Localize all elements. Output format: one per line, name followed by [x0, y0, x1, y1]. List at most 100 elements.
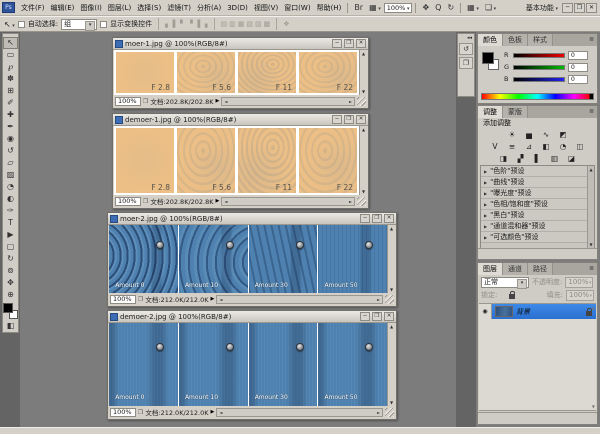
marquee-tool[interactable]: ▭	[3, 49, 18, 61]
rotate-view-icon[interactable]: ↻	[444, 3, 457, 12]
zoom-percent-field[interactable]: 100%	[110, 408, 136, 417]
hand-icon[interactable]: ✥	[419, 3, 432, 12]
minimize-button[interactable]: ─	[562, 3, 573, 13]
view-extras-icon[interactable]: ▦	[366, 3, 384, 12]
preset-item[interactable]: "曝光度"预设	[481, 188, 594, 199]
minimize-button[interactable]: ─	[332, 39, 342, 48]
channel-value-field[interactable]: 0	[568, 63, 588, 72]
horizontal-scrollbar[interactable]	[216, 408, 383, 417]
scroll-up-icon[interactable]	[388, 225, 395, 232]
panel-menu-icon[interactable]: ≣	[589, 263, 597, 275]
resize-grip[interactable]	[357, 197, 366, 206]
distribute-icon[interactable]: ▥	[229, 20, 236, 28]
curves-icon[interactable]: ∿	[540, 130, 553, 140]
close-button[interactable]: ✕	[356, 39, 366, 48]
auto-align-layers-icon[interactable]: ❖	[283, 20, 289, 28]
sample-image[interactable]: Amount 10	[179, 323, 248, 406]
status-popup-icon[interactable]: ▶	[216, 98, 220, 104]
channel-value-field[interactable]: 0	[568, 51, 588, 60]
maximize-button[interactable]: ❐	[344, 39, 354, 48]
horizontal-scrollbar[interactable]	[221, 197, 355, 206]
actions-panel-icon[interactable]: ❐	[459, 57, 473, 69]
lasso-tool[interactable]: ℘	[3, 61, 18, 73]
canvas-area[interactable]: Amount 0 Amount 10 Amount 30 Amount 50	[109, 225, 395, 293]
preset-item[interactable]: "黑白"预设	[481, 210, 594, 221]
scroll-down-icon[interactable]	[360, 188, 367, 195]
channel-mixer-icon[interactable]: ◫	[574, 142, 587, 152]
panel-tab[interactable]: 样式	[528, 34, 553, 46]
zoom-tool[interactable]: ⊕	[3, 289, 18, 301]
panel-tab[interactable]: 色板	[503, 34, 528, 46]
minimize-button[interactable]: ─	[360, 214, 370, 223]
sample-image[interactable]: F 5.6	[177, 128, 235, 193]
collapse-dock-icon[interactable]: ◂◂	[458, 34, 474, 41]
panel-tab[interactable]: 蒙版	[503, 106, 528, 118]
zoom-icon[interactable]: Q	[432, 3, 444, 12]
scroll-down-icon[interactable]	[388, 286, 395, 293]
eyedropper-tool[interactable]: ✐	[3, 97, 18, 109]
workspace-switcher[interactable]: 基本功能	[522, 3, 562, 13]
show-transform-checkbox[interactable]	[100, 21, 107, 28]
minimize-button[interactable]: ─	[360, 312, 370, 321]
align-icon[interactable]: ▝	[187, 20, 192, 28]
eraser-tool[interactable]: ▱	[3, 157, 18, 169]
levels-icon[interactable]: ▅	[523, 130, 536, 140]
panel-tab[interactable]: 图层	[478, 263, 503, 275]
vertical-scrollbar[interactable]	[387, 225, 395, 293]
menu-item[interactable]: 帮助(H)	[314, 1, 345, 15]
sample-image[interactable]: Amount 30	[249, 225, 318, 293]
blend-mode-dropdown[interactable]: 正常	[481, 277, 529, 288]
panel-tab[interactable]: 通道	[503, 263, 528, 275]
close-button[interactable]: ✕	[586, 3, 597, 13]
zoom-level-field[interactable]: 100%	[384, 3, 413, 13]
maximize-button[interactable]: ❐	[344, 115, 354, 124]
resize-grip[interactable]	[357, 97, 366, 106]
scroll-left-icon[interactable]	[222, 98, 229, 105]
close-button[interactable]: ✕	[384, 312, 394, 321]
menu-item[interactable]: 图像(I)	[77, 1, 105, 15]
scroll-up-icon[interactable]	[592, 305, 595, 310]
status-popup-icon[interactable]: ▶	[211, 409, 215, 415]
scroll-down-icon[interactable]	[588, 241, 594, 248]
auto-select-checkbox[interactable]	[18, 21, 25, 28]
minimize-button[interactable]: ─	[332, 115, 342, 124]
vertical-scrollbar[interactable]	[387, 323, 395, 406]
canvas-area[interactable]: F 2.8 F 5.6 F 11 F 22	[114, 50, 367, 95]
quick-selection-tool[interactable]: ✽	[3, 73, 18, 85]
visibility-cell[interactable]: ◉	[479, 304, 492, 319]
gradient-map-icon[interactable]: ▥	[548, 154, 561, 164]
3d-rotate-tool[interactable]: ↻	[3, 253, 18, 265]
channel-slider[interactable]	[513, 77, 565, 82]
quick-mask-icon[interactable]: ◧	[7, 321, 15, 330]
preset-item[interactable]: "色相/饱和度"预设	[481, 199, 594, 210]
scroll-right-icon[interactable]	[375, 409, 382, 416]
bridge-icon[interactable]: Br	[351, 3, 366, 12]
preset-item[interactable]: "可选颜色"预设	[481, 232, 594, 243]
distribute-icon[interactable]: ▤	[221, 20, 228, 28]
channel-slider[interactable]	[513, 53, 565, 58]
scroll-up-icon[interactable]	[360, 126, 367, 133]
scroll-right-icon[interactable]	[347, 198, 354, 205]
document-window-moer2[interactable]: moer-2.jpg @ 100%(RGB/8#) ─ ❐ ✕ Amount 0…	[107, 212, 397, 307]
scroll-up-icon[interactable]	[388, 323, 395, 330]
menu-item[interactable]: 图层(L)	[105, 1, 134, 15]
sample-image[interactable]: Amount 50	[318, 225, 387, 293]
panel-tab[interactable]: 调整	[478, 106, 503, 118]
vibrance-icon[interactable]: V	[489, 142, 502, 152]
arrange-documents-icon[interactable]: ▦	[464, 3, 482, 12]
auto-select-dropdown[interactable]: 组	[61, 19, 97, 30]
rectangle-tool[interactable]: ▢	[3, 241, 18, 253]
spot-healing-brush-tool[interactable]: ✚	[3, 109, 18, 121]
sample-image[interactable]: Amount 10	[179, 225, 248, 293]
align-icon[interactable]: ▘	[180, 20, 185, 28]
selective-color-icon[interactable]: ◪	[565, 154, 578, 164]
opacity-field[interactable]: 100%	[565, 277, 593, 288]
panel-tab[interactable]: 颜色	[478, 34, 503, 46]
sample-image[interactable]: F 5.6	[177, 52, 235, 93]
window-titlebar[interactable]: moer-2.jpg @ 100%(RGB/8#) ─ ❐ ✕	[108, 213, 396, 225]
fill-field[interactable]: 100%	[566, 290, 594, 301]
sample-image[interactable]: Amount 50	[318, 323, 387, 406]
foreground-color-swatch[interactable]	[3, 303, 13, 313]
document-window-demoer2[interactable]: demoer-2.jpg @ 100%(RGB/8#) ─ ❐ ✕ Amount…	[107, 310, 397, 420]
crop-tool[interactable]: ⊞	[3, 85, 18, 97]
